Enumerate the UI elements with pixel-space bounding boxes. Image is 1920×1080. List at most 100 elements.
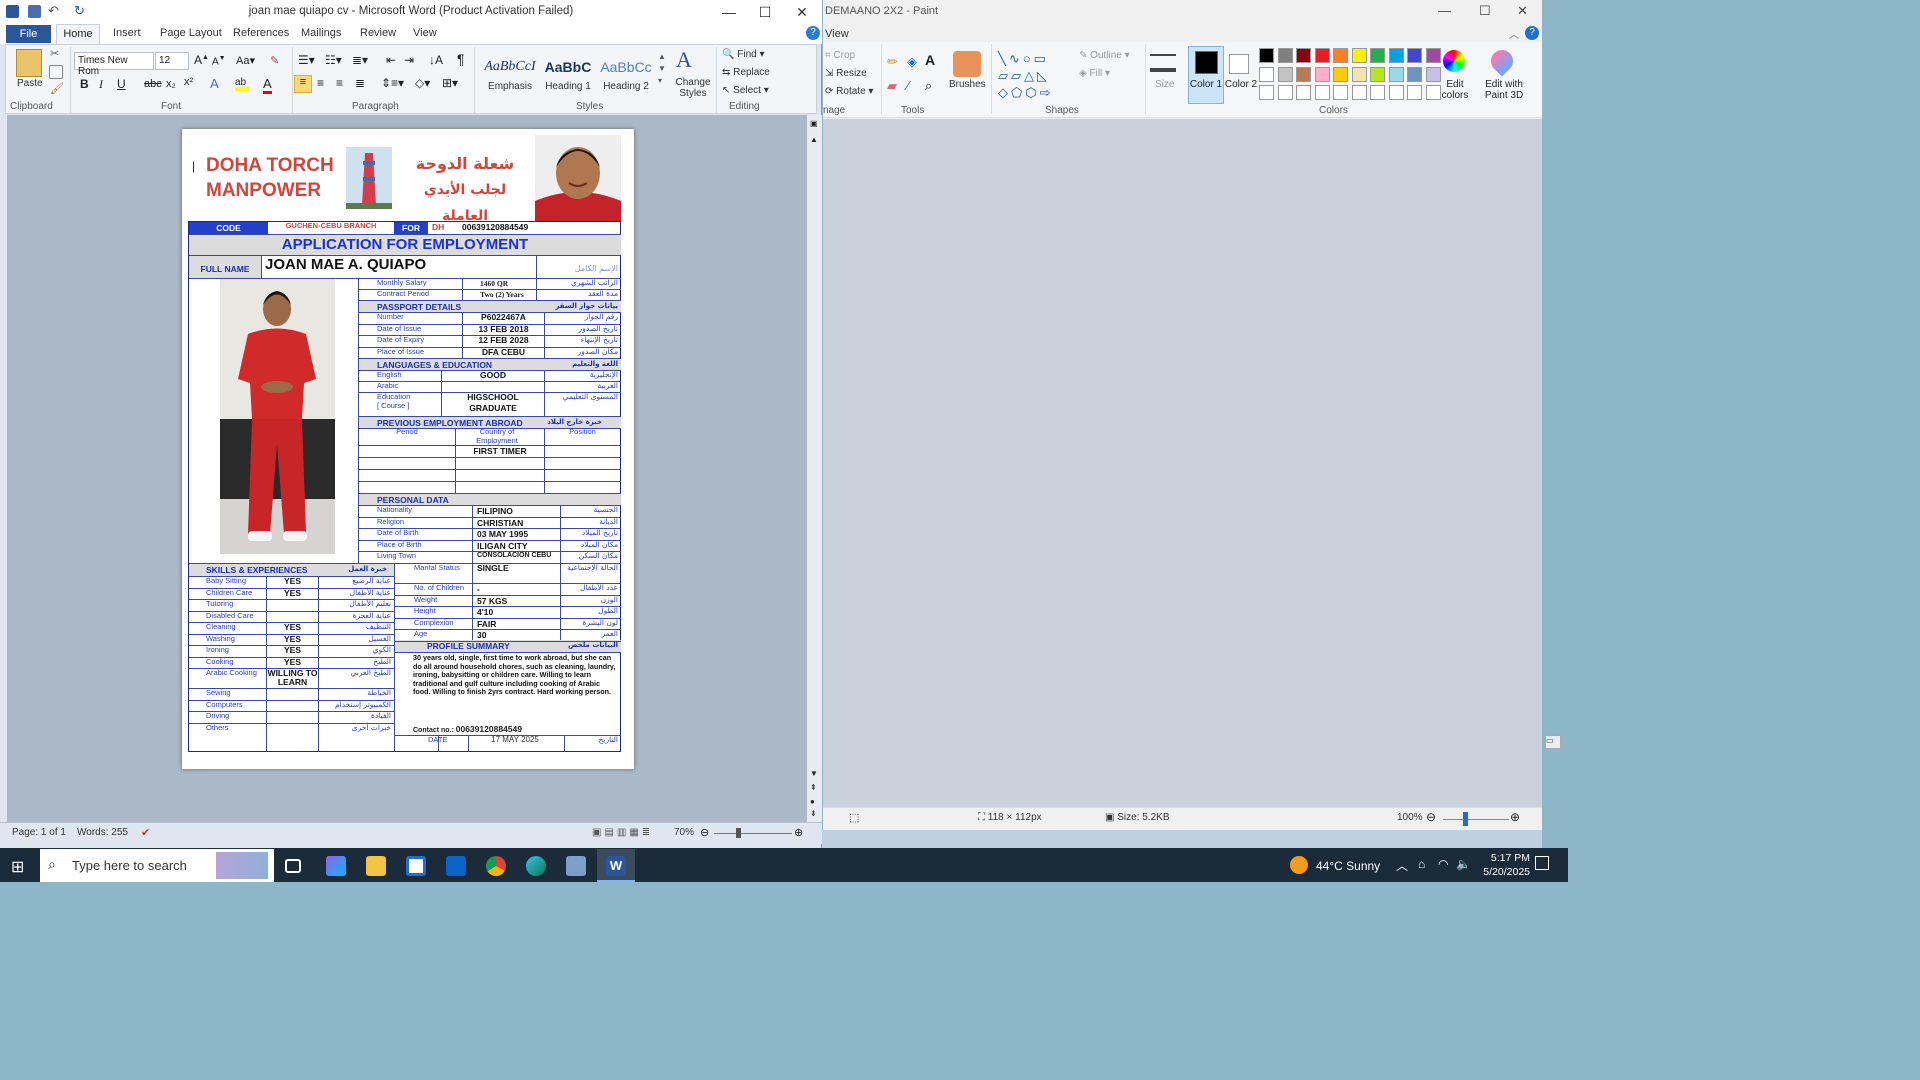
paint-help-icon[interactable]: ? [1525,26,1539,40]
help-icon[interactable]: ? [806,26,820,40]
taskbar-search[interactable]: ⌕ Type here to search [40,849,274,882]
zoom-slider[interactable] [714,833,792,834]
size-button[interactable]: Size [1155,79,1174,90]
size-icon[interactable] [1150,54,1176,72]
close-icon[interactable]: ✕ [787,4,817,21]
wifi-icon[interactable]: ◠ [1438,857,1448,871]
palette-swatch[interactable] [1370,48,1385,63]
paint-minimize-icon[interactable]: — [1438,3,1451,18]
text-effects-icon[interactable]: A [210,76,219,91]
edit-paint3d-button[interactable]: Edit with Paint 3D [1479,79,1529,101]
text-tool-icon[interactable]: A [925,52,935,68]
volume-icon[interactable]: 🔈 [1456,857,1471,871]
notifications-icon[interactable] [1535,856,1549,870]
outlook-icon[interactable] [446,856,466,876]
tab-home[interactable]: Home [56,24,100,44]
file-explorer-icon[interactable] [366,856,386,876]
paint-zoom-slider[interactable] [1443,819,1509,820]
bold-icon[interactable]: B [80,77,89,91]
paint-canvas-area[interactable] [823,119,1542,807]
line-spacing-icon[interactable]: ⇕≡▾ [381,76,404,90]
eraser-icon[interactable]: ▰ [887,78,897,94]
align-center-icon[interactable]: ≡ [317,76,324,90]
paint-zoom-in-icon[interactable]: ⊕ [1510,810,1520,824]
styles-scroll[interactable]: ▲ ▼ ▾ [658,51,666,87]
decrease-indent-icon[interactable]: ⇤ [386,53,396,67]
weather-text[interactable]: 44°C Sunny [1316,859,1380,873]
chrome-icon[interactable] [486,856,506,876]
fill-button[interactable]: ◈ Fill ▾ [1079,68,1110,79]
brushes-button[interactable]: Brushes [949,79,986,90]
borders-icon[interactable]: ⊞▾ [442,76,458,90]
find-button[interactable]: 🔍 Find ▾ [722,49,765,60]
outline-button[interactable]: ✎ Outline ▾ [1079,50,1130,61]
paste-icon[interactable] [16,49,42,77]
paint-collapse-icon[interactable]: ︿ [1509,26,1519,41]
underline-icon[interactable]: U [117,77,126,91]
replace-button[interactable]: ⇆ Replace [722,67,770,78]
ruler-icon[interactable]: ▣ [810,119,818,128]
crop-button[interactable]: ⌗ Crop [825,50,855,61]
pencil-icon[interactable]: ✏ [887,54,898,70]
tab-mailings[interactable]: Mailings [301,27,341,39]
next-page-icon[interactable]: ⇟ [810,809,817,818]
superscript-icon[interactable]: x² [184,76,193,88]
browse-object-icon[interactable]: ● [810,797,815,806]
font-name-select[interactable]: Times New Rom [74,52,154,77]
palette-swatch[interactable] [1259,48,1274,63]
view-buttons[interactable]: ▣▤▥▦≣ [592,827,653,838]
edit-colors-button[interactable]: Edit colors [1435,79,1475,101]
palette-swatch[interactable] [1277,66,1293,82]
palette-swatch[interactable] [1296,85,1311,100]
increase-indent-icon[interactable]: ⇥ [404,53,414,67]
palette-swatch[interactable] [1388,66,1404,82]
style-heading-1[interactable]: AaBbC Heading 1 [540,52,596,96]
proofing-icon[interactable]: ✔ [141,826,150,839]
shrink-font-icon[interactable]: A▼ [212,55,226,67]
palette-swatch[interactable] [1259,85,1274,100]
italic-icon[interactable]: I [99,77,103,92]
palette-swatch[interactable] [1407,48,1422,63]
change-styles-button[interactable]: Change Styles [673,77,713,99]
subscript-icon[interactable]: x₂ [166,78,176,90]
paint-scroll-icon[interactable]: ▭ [1545,735,1561,749]
paint-zoom-thumb[interactable] [1463,812,1468,826]
palette-swatch[interactable] [1296,48,1311,63]
color-picker-icon[interactable]: ⁄ [907,78,909,93]
justify-icon[interactable]: ≣ [355,76,365,90]
network-icon[interactable]: ⌂ [1418,857,1425,871]
paint3d-icon[interactable] [1486,45,1518,77]
edge-icon[interactable] [526,856,546,876]
palette-swatch[interactable] [1351,66,1367,82]
show-marks-icon[interactable]: ¶ [457,51,465,67]
palette-swatch[interactable] [1314,66,1330,82]
color2-swatch[interactable] [1229,54,1249,74]
palette-swatch[interactable] [1407,85,1422,100]
clear-format-icon[interactable]: ✎ [270,54,279,67]
brushes-icon[interactable] [953,51,981,77]
font-size-select[interactable]: 12 [155,52,189,70]
color2-label[interactable]: Color 2 [1223,79,1259,90]
palette-swatch[interactable] [1314,48,1330,63]
paint-zoom-out-icon[interactable]: ⊖ [1426,810,1436,824]
palette-swatch[interactable] [1314,85,1330,100]
change-styles-icon[interactable]: A [676,47,692,73]
edit-colors-icon[interactable] [1443,50,1465,72]
zoom-level[interactable]: 70% [674,827,694,838]
palette-swatch[interactable] [1277,48,1293,63]
copy-icon[interactable] [49,65,63,79]
palette-swatch[interactable] [1407,66,1422,82]
strikethrough-icon[interactable]: abc [144,78,162,90]
minimize-icon[interactable]: — [714,4,744,20]
paint-taskbar-icon[interactable] [566,856,586,876]
word-count[interactable]: Words: 255 [77,827,128,838]
zoom-out-icon[interactable]: ⊖ [700,826,709,839]
style-heading-2[interactable]: AaBbCc Heading 2 [598,52,654,96]
palette-swatch[interactable] [1351,85,1367,100]
tab-page-layout[interactable]: Page Layout [160,27,222,39]
document-page[interactable]: | DOHA TORCH MANPOWER شعلة الدوحة لجلب الأ… [182,129,634,769]
change-case-icon[interactable]: Aa▾ [236,54,255,67]
palette-swatch[interactable] [1333,48,1348,63]
palette-swatch[interactable] [1333,85,1348,100]
resize-button[interactable]: ⇲ Resize [825,68,867,79]
